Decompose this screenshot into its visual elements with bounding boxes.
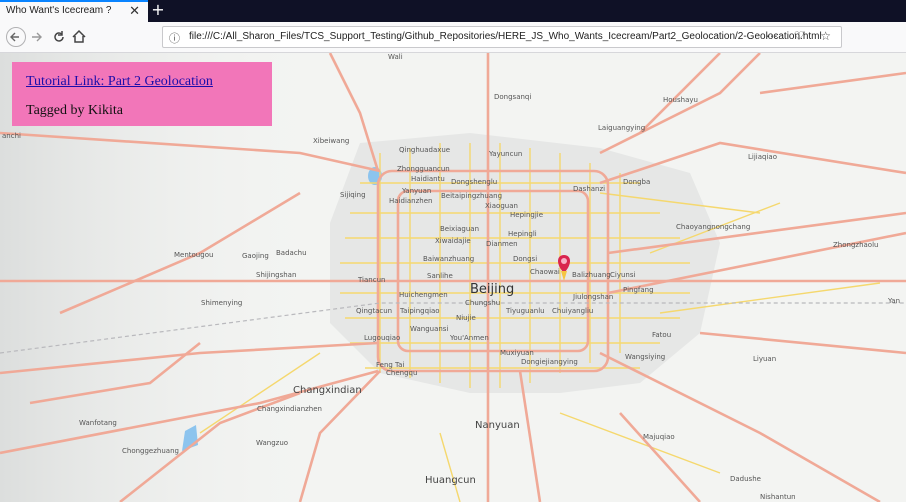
map-label: Liyuan [753, 355, 776, 363]
map-label: Ciyunsi [610, 271, 635, 279]
map-label: Chonggezhuang [122, 447, 179, 455]
map-label: Shijingshan [256, 271, 296, 279]
map-label: Beixiaguan [440, 225, 479, 233]
map-label: Nishantun [760, 493, 796, 501]
map-label: Dongba [623, 178, 650, 186]
map-label: Dashanzi [573, 185, 605, 193]
map-label: Xiwaidajie [435, 237, 471, 245]
navigation-toolbar: ⓘ file:///C:/All_Sharon_Files/TCS_Suppor… [0, 22, 906, 53]
map-label: Laiguangying [598, 124, 645, 132]
map-label: anchi [2, 132, 21, 140]
map-label: Balizhuang [572, 271, 611, 279]
back-button[interactable] [6, 27, 26, 47]
map-label: Wanfotang [79, 419, 117, 427]
map-label: Dianmen [486, 240, 518, 248]
map-label: Huangcun [425, 475, 476, 486]
info-icon[interactable]: ⓘ [169, 30, 180, 46]
map-label: Fatou [652, 331, 671, 339]
reload-icon [54, 31, 64, 42]
map-label: Hepingli [508, 230, 537, 238]
map-label: Beitaipingzhuang [441, 192, 502, 200]
map-label: Changxindianzhen [257, 405, 322, 413]
map-label: Changxindian [293, 385, 362, 396]
map-label: Qinghuadaxue [399, 146, 450, 154]
reload-button[interactable] [50, 28, 68, 46]
map-label: Hepingjie [510, 211, 543, 219]
browser-tab[interactable]: Who Want's Icecream ? ✕ [0, 0, 148, 22]
tab-title: Who Want's Icecream ? [6, 5, 112, 16]
map-label: Sijiqing [340, 191, 366, 199]
map-label: Xibeiwang [313, 137, 349, 145]
map-label: Houshayu [663, 96, 698, 104]
map-label: Zhongguancun [397, 165, 450, 173]
map-label: Chaoyangnongchang [676, 223, 750, 231]
map-label: Beijing [470, 282, 514, 297]
map-label: Chungshu [465, 299, 500, 307]
map-label: Haidiantu [411, 175, 445, 183]
page-actions-icons[interactable]: ⋯ ♡ ☆ [766, 29, 837, 43]
map-label: Gaojing [242, 252, 269, 260]
tab-strip: Who Want's Icecream ? ✕ + [0, 0, 906, 22]
map-label: Qingtacun [356, 307, 392, 315]
map-label: Tiyuguanlu [505, 307, 545, 315]
map-label: Majuqiao [643, 433, 675, 441]
tagged-by-text: Tagged by Kikita [26, 103, 123, 118]
forward-button[interactable] [28, 28, 46, 46]
map-label: Shimenying [201, 299, 242, 307]
arrow-right-icon [32, 32, 42, 42]
map-label: Jiulongshan [572, 293, 613, 301]
map-label: Taipingqiao [399, 307, 440, 315]
map-label: Sanlihe [427, 272, 453, 280]
map-label: Yayuncun [488, 150, 522, 158]
map-label: Wangzuo [256, 439, 288, 447]
home-button[interactable] [70, 28, 88, 46]
map-label: Badachu [276, 249, 307, 257]
map-label: Pingfang [623, 286, 654, 294]
map-label: Mentougou [174, 251, 213, 259]
map-label: Chengqu [386, 369, 417, 377]
map-label: Wanguansi [410, 325, 448, 333]
map-label: Yanyuan [401, 187, 431, 195]
map-label: Chaowai [530, 268, 560, 276]
map-label: Zhongzhaolu [833, 241, 878, 249]
map-label: Nanyuan [475, 420, 520, 431]
map-label: Dadushe [730, 475, 761, 483]
map-label: Lugouqiao [364, 334, 400, 342]
map-label: Wangsiying [625, 353, 665, 361]
map-label: Dongsanqi [494, 93, 531, 101]
home-icon [72, 29, 86, 43]
map-label: Wali [388, 53, 403, 61]
new-tab-button[interactable]: + [150, 1, 166, 19]
map-label: Niujie [456, 314, 476, 322]
map-label: Haidianzhen [389, 197, 432, 205]
address-bar[interactable]: ⓘ file:///C:/All_Sharon_Files/TCS_Suppor… [162, 26, 842, 48]
map-label: Chuiyangliu [552, 307, 593, 315]
arrow-left-icon [10, 32, 19, 42]
map-label: Dongsi [513, 255, 537, 263]
tutorial-link[interactable]: Tutorial Link: Part 2 Geolocation [26, 74, 213, 90]
info-panel: Tutorial Link: Part 2 Geolocation Tagged… [12, 62, 272, 126]
map-label: You'Anmen [449, 334, 489, 342]
map-label: Dongshenglu [451, 178, 497, 186]
map-label: Muxiyuan [500, 349, 534, 357]
map-label: Xiaoguan [485, 202, 518, 210]
map-label: Feng Tai [376, 361, 404, 369]
map-label: Dongiejiangying [521, 358, 578, 366]
map-label: Huichengmen [399, 291, 448, 299]
map-label: Yan [887, 297, 900, 305]
url-text[interactable]: file:///C:/All_Sharon_Files/TCS_Support_… [189, 31, 822, 42]
map-label: Baiwanzhuang [423, 255, 474, 263]
map-label: Lijiaqiao [748, 153, 777, 161]
close-tab-icon[interactable]: ✕ [129, 4, 140, 19]
map-label: Tiancun [357, 276, 385, 284]
